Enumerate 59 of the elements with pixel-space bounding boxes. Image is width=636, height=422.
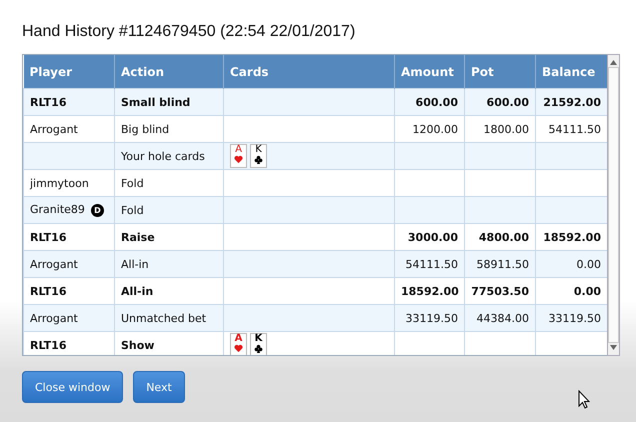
action-text: Fold [121, 176, 144, 190]
amount-text: 1200.00 [412, 122, 458, 136]
amount-text: 21592.00 [543, 96, 601, 108]
action-text: All-in [121, 284, 154, 298]
next-button[interactable]: Next [133, 371, 185, 403]
action-text: All-in [121, 258, 149, 270]
column-header: Player [24, 55, 114, 88]
amount-text: 1800.00 [484, 122, 529, 136]
action-text: Fold [121, 204, 144, 216]
amount-text: 0.00 [576, 258, 601, 270]
amount-text: 33119.50 [406, 312, 458, 324]
player-name: RLT16 [30, 96, 66, 108]
playing-card: A [230, 144, 247, 168]
player-name: Arrogant [30, 258, 78, 270]
amount-text: 33119.50 [548, 312, 601, 324]
player-name: Granite89 [30, 203, 85, 216]
action-text: Show [121, 338, 154, 352]
scroll-thumb[interactable] [608, 67, 619, 343]
amount-text: 3000.00 [408, 230, 458, 244]
scroll-down-icon[interactable] [610, 345, 617, 350]
column-header: Balance [536, 55, 607, 88]
player-name: RLT16 [30, 284, 66, 298]
club-icon [254, 344, 263, 353]
amount-text: 18592.00 [401, 284, 459, 298]
action-text: Big blind [121, 122, 170, 136]
scrollbar[interactable] [607, 54, 620, 356]
amount-text: 0.00 [574, 284, 601, 298]
amount-text: 54111.50 [548, 122, 601, 136]
player-name: Arrogant [30, 312, 78, 324]
column-header: Amount [394, 55, 464, 88]
amount-text: 18592.00 [543, 230, 601, 244]
cursor-icon [578, 390, 590, 409]
playing-card: K [250, 333, 267, 355]
playing-card: K [250, 144, 267, 168]
amount-text: 58911.50 [476, 258, 529, 270]
heart-icon [234, 155, 243, 164]
heart-icon [234, 344, 243, 353]
column-header: Action [114, 55, 224, 88]
column-header: Pot [464, 55, 536, 88]
player-name: RLT16 [30, 230, 66, 244]
playing-card: A [230, 333, 247, 355]
window-title: Hand History #1124679450 (22:54 22/01/2017) [22, 23, 356, 42]
action-text: Small blind [121, 96, 190, 108]
amount-text: 600.00 [486, 96, 529, 108]
player-name: Arrogant [30, 122, 78, 136]
amount-text: 600.00 [416, 96, 458, 108]
action-text: Unmatched bet [121, 312, 206, 324]
action-text: Raise [121, 230, 155, 244]
action-text: Your hole cards [121, 150, 205, 162]
close-button[interactable]: Close window [22, 371, 124, 403]
amount-text: 44384.00 [476, 312, 529, 324]
player-name: jimmytoon [30, 176, 89, 190]
amount-text: 54111.50 [406, 258, 458, 270]
amount-text: 77503.50 [471, 284, 529, 298]
column-header: Cards [224, 55, 394, 88]
amount-text: 4800.00 [478, 230, 529, 244]
player-name: RLT16 [30, 338, 66, 352]
scroll-up-icon[interactable] [610, 60, 617, 65]
club-icon [254, 155, 263, 164]
